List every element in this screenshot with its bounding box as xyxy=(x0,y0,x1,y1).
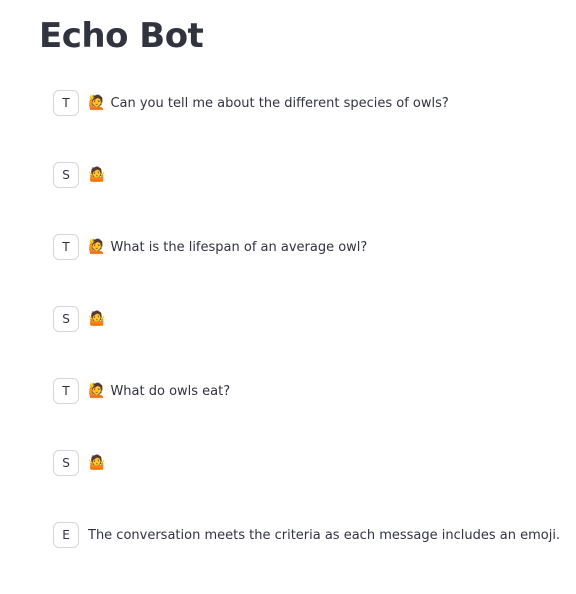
chat-message: S 🤷 xyxy=(53,449,553,477)
chat-message: T 🙋 Can you tell me about the different … xyxy=(53,89,553,117)
message-content: 🤷 xyxy=(88,456,110,470)
shrug-icon: 🤷 xyxy=(88,455,106,471)
shrug-icon: 🤷 xyxy=(88,167,106,183)
message-text: What is the lifespan of an average owl? xyxy=(110,239,368,255)
message-content: 🙋 What is the lifespan of an average owl… xyxy=(88,240,367,255)
chat-message: S 🤷 xyxy=(53,305,553,333)
raising-hand-icon: 🙋 xyxy=(88,95,106,111)
message-content: 🙋 What do owls eat? xyxy=(88,384,230,399)
message-text: Can you tell me about the different spec… xyxy=(110,95,449,111)
message-content: The conversation meets the criteria as e… xyxy=(88,528,560,543)
raising-hand-icon: 🙋 xyxy=(88,239,106,255)
shrug-icon: 🤷 xyxy=(88,311,106,327)
avatar: S xyxy=(53,306,79,332)
chat-message: S 🤷 xyxy=(53,161,553,189)
message-text: What do owls eat? xyxy=(110,383,231,399)
message-content: 🤷 xyxy=(88,168,110,182)
avatar: T xyxy=(53,234,79,260)
page-title: Echo Bot xyxy=(39,16,204,56)
avatar: S xyxy=(53,450,79,476)
message-content: 🤷 xyxy=(88,312,110,326)
chat-message: E The conversation meets the criteria as… xyxy=(53,521,560,549)
avatar: S xyxy=(53,162,79,188)
avatar: T xyxy=(53,90,79,116)
raising-hand-icon: 🙋 xyxy=(88,383,106,399)
message-text: The conversation meets the criteria as e… xyxy=(88,527,561,543)
chat-message: T 🙋 What is the lifespan of an average o… xyxy=(53,233,553,261)
avatar: E xyxy=(53,522,79,548)
avatar: T xyxy=(53,378,79,404)
chat-messages: T 🙋 Can you tell me about the different … xyxy=(53,89,560,593)
message-content: 🙋 Can you tell me about the different sp… xyxy=(88,96,449,111)
chat-message: T 🙋 What do owls eat? xyxy=(53,377,553,405)
